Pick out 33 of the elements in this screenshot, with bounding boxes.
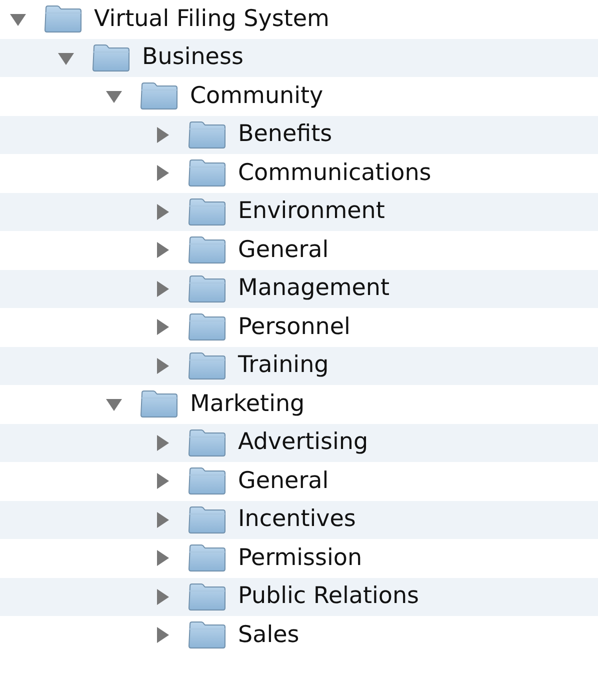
folder-name[interactable]: Management xyxy=(238,276,390,302)
folder-name[interactable]: Permission xyxy=(238,546,362,571)
folder-name[interactable]: Training xyxy=(238,353,329,378)
folder-icon xyxy=(188,120,226,149)
folder-icon xyxy=(188,467,226,496)
folder-name[interactable]: Incentives xyxy=(238,507,356,532)
folder-name[interactable]: Community xyxy=(190,84,324,109)
folder-icon xyxy=(188,352,226,380)
folder-icon xyxy=(188,313,226,342)
folder-icon xyxy=(140,82,178,110)
folder-name[interactable]: General xyxy=(238,468,329,494)
folder-icon xyxy=(188,198,226,226)
folder-icon xyxy=(140,390,178,418)
folder-icon xyxy=(188,506,226,534)
folder-name[interactable]: Environment xyxy=(238,199,385,224)
folder-name[interactable]: Personnel xyxy=(238,314,350,340)
folder-name[interactable]: Communications xyxy=(238,160,432,186)
folder-icon xyxy=(188,544,226,572)
folder-name[interactable]: General xyxy=(238,238,329,263)
folder-icon xyxy=(188,274,226,303)
folder-icon xyxy=(188,582,226,611)
folder-name[interactable]: Marketing xyxy=(190,392,305,417)
folder-name[interactable]: Virtual Filing System xyxy=(94,6,330,32)
folder-icon xyxy=(92,44,130,72)
folder-name[interactable]: Benefits xyxy=(238,122,332,148)
folder-icon xyxy=(188,428,226,457)
folder-icon xyxy=(188,236,226,264)
folder-icon xyxy=(188,159,226,188)
folder-name[interactable]: Advertising xyxy=(238,430,368,456)
folder-icon xyxy=(44,5,82,34)
folder-name[interactable]: Business xyxy=(142,45,244,70)
folder-name[interactable]: Sales xyxy=(238,622,300,648)
folder-icon xyxy=(188,621,226,650)
